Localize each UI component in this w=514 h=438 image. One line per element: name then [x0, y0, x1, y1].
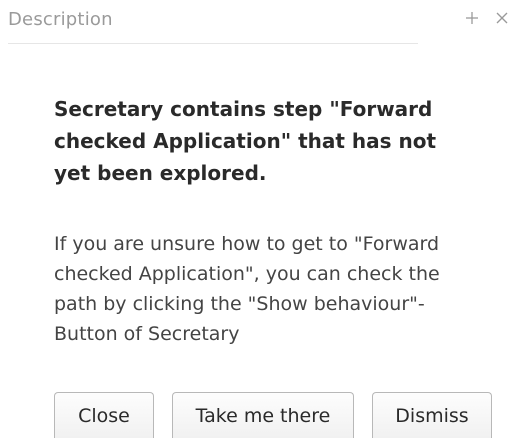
add-button[interactable] [460, 6, 484, 30]
message-title: Secretary contains step "Forward checked… [54, 97, 437, 185]
panel-header: Description [0, 0, 514, 44]
dismiss-button[interactable]: Dismiss [372, 392, 492, 438]
action-bar: Close Take me there Dismiss [0, 392, 514, 438]
close-icon [496, 12, 508, 24]
close-button[interactable]: Close [54, 392, 154, 438]
take-me-there-button[interactable]: Take me there [172, 392, 354, 438]
description-panel: Description Secretary contains step "For… [0, 0, 514, 438]
panel-title: Description [8, 9, 113, 30]
header-divider [8, 43, 418, 44]
close-panel-button[interactable] [490, 6, 514, 30]
message-body: If you are unsure how to get to "Forward… [54, 233, 440, 345]
plus-icon [466, 12, 478, 24]
